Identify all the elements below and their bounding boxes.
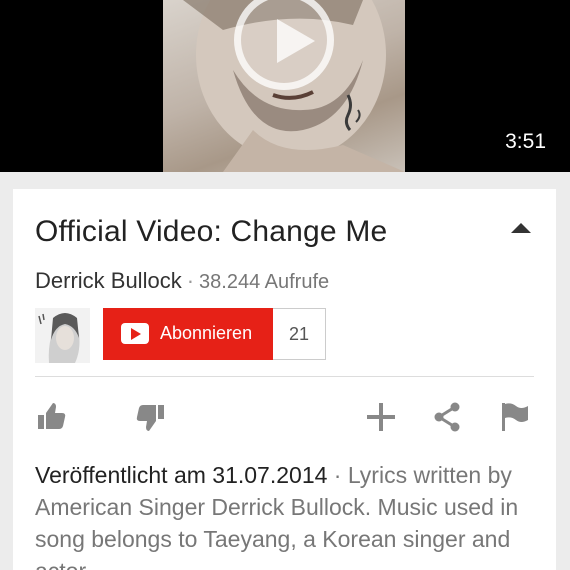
video-player[interactable]: 3:51 xyxy=(0,0,570,172)
divider xyxy=(35,376,534,377)
video-info-card: Official Video: Change Me Derrick Bulloc… xyxy=(13,189,556,570)
view-count: 38.244 Aufrufe xyxy=(199,271,330,293)
dislike-icon[interactable] xyxy=(135,401,167,433)
video-duration: 3:51 xyxy=(505,130,546,153)
add-icon[interactable] xyxy=(365,401,397,433)
share-icon[interactable] xyxy=(431,401,463,433)
video-title: Official Video: Change Me xyxy=(35,215,388,248)
channel-name[interactable]: Derrick Bullock xyxy=(35,268,182,293)
chevron-up-icon[interactable] xyxy=(511,223,531,233)
subscriber-count: 21 xyxy=(273,308,326,360)
meta-separator: · xyxy=(186,268,195,293)
subscribe-label: Abonnieren xyxy=(160,323,253,343)
flag-icon[interactable] xyxy=(499,401,531,433)
video-meta: Derrick Bullock · 38.244 Aufrufe xyxy=(35,268,329,294)
channel-avatar[interactable] xyxy=(35,308,90,363)
video-description: Veröffentlicht am 31.07.2014 · Lyrics wr… xyxy=(35,459,535,570)
description-separator: · xyxy=(327,462,348,488)
youtube-logo-icon xyxy=(121,323,149,344)
subscribe-button[interactable]: Abonnieren xyxy=(103,308,273,360)
like-icon[interactable] xyxy=(35,401,67,433)
publish-date: Veröffentlicht am 31.07.2014 xyxy=(35,462,328,488)
